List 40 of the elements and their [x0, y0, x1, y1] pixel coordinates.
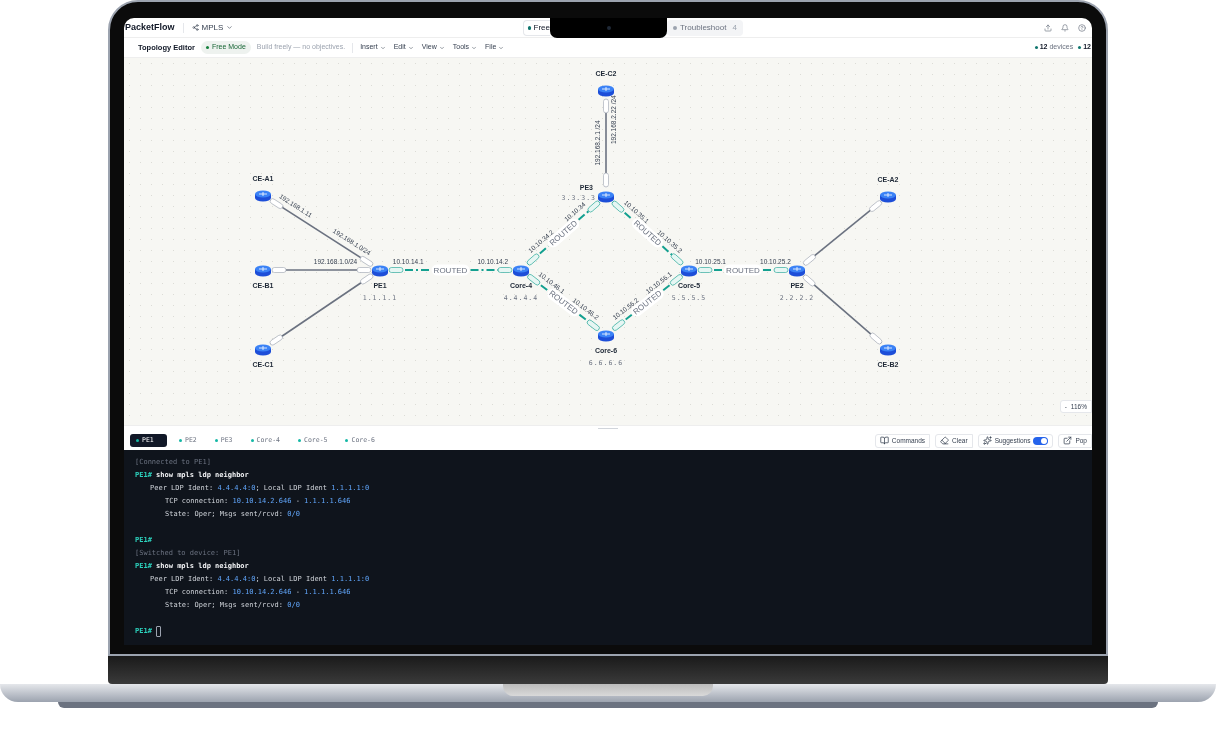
- bell-icon[interactable]: [1061, 23, 1069, 32]
- router-icon[interactable]: [255, 265, 271, 277]
- eraser-icon: [940, 436, 950, 445]
- upload-icon[interactable]: [1044, 23, 1052, 32]
- router-icon[interactable]: [681, 265, 697, 277]
- router-icon[interactable]: [255, 344, 271, 356]
- router-icon[interactable]: [880, 344, 896, 356]
- link-line[interactable]: [603, 98, 609, 188]
- suggestions-toggle[interactable]: [1033, 436, 1049, 445]
- router-icon[interactable]: [598, 191, 614, 203]
- chevron-down-icon: [471, 44, 478, 51]
- external-link-icon: [1063, 436, 1073, 445]
- share-icon: [191, 24, 199, 31]
- help-icon[interactable]: [1078, 23, 1086, 32]
- app-title: PacketFlow: [124, 20, 175, 34]
- routed-tag: ROUTED: [431, 264, 470, 276]
- router-icon[interactable]: [372, 265, 388, 277]
- link-line[interactable]: [388, 267, 513, 273]
- link-line[interactable]: [697, 267, 789, 273]
- router-icon[interactable]: [513, 265, 529, 277]
- sparkles-icon: [982, 436, 992, 445]
- chevron-down-icon: [498, 44, 505, 51]
- mode-tab[interactable]: Troubleshoot 4: [667, 19, 743, 36]
- chevron-down-icon: [379, 44, 386, 51]
- router-icon[interactable]: [880, 191, 896, 203]
- router-icon[interactable]: [255, 190, 271, 202]
- chevron-down-icon: [226, 24, 234, 31]
- chevron-down-icon: [407, 44, 414, 51]
- router-icon[interactable]: [598, 330, 614, 342]
- link-line[interactable]: [271, 267, 372, 273]
- book-icon: [879, 436, 889, 445]
- link-line[interactable]: [610, 199, 685, 267]
- link-line[interactable]: [525, 199, 602, 267]
- mode-tab[interactable]: Free: [523, 19, 550, 36]
- resize-handle[interactable]: [598, 428, 618, 429]
- chevron-down-icon: [438, 44, 445, 51]
- router-icon[interactable]: [789, 265, 805, 277]
- project-selector[interactable]: MPLS: [191, 21, 234, 34]
- routed-tag: ROUTED: [724, 264, 762, 276]
- router-icon[interactable]: [598, 85, 614, 97]
